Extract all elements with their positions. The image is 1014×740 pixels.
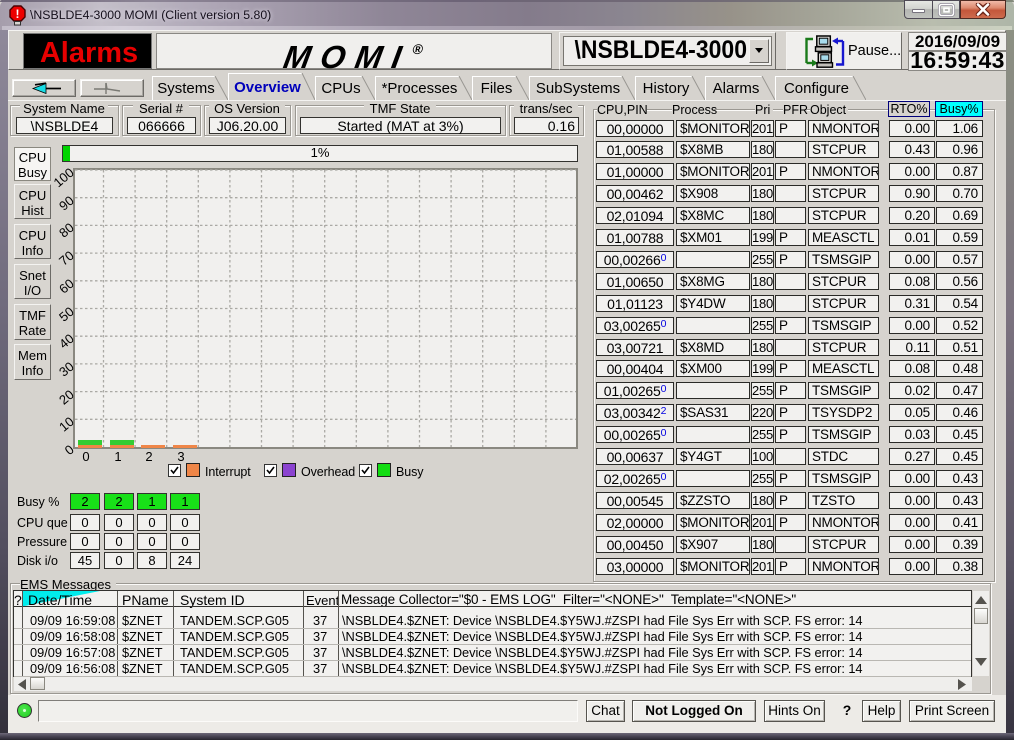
svg-text:!: ! <box>16 7 20 21</box>
